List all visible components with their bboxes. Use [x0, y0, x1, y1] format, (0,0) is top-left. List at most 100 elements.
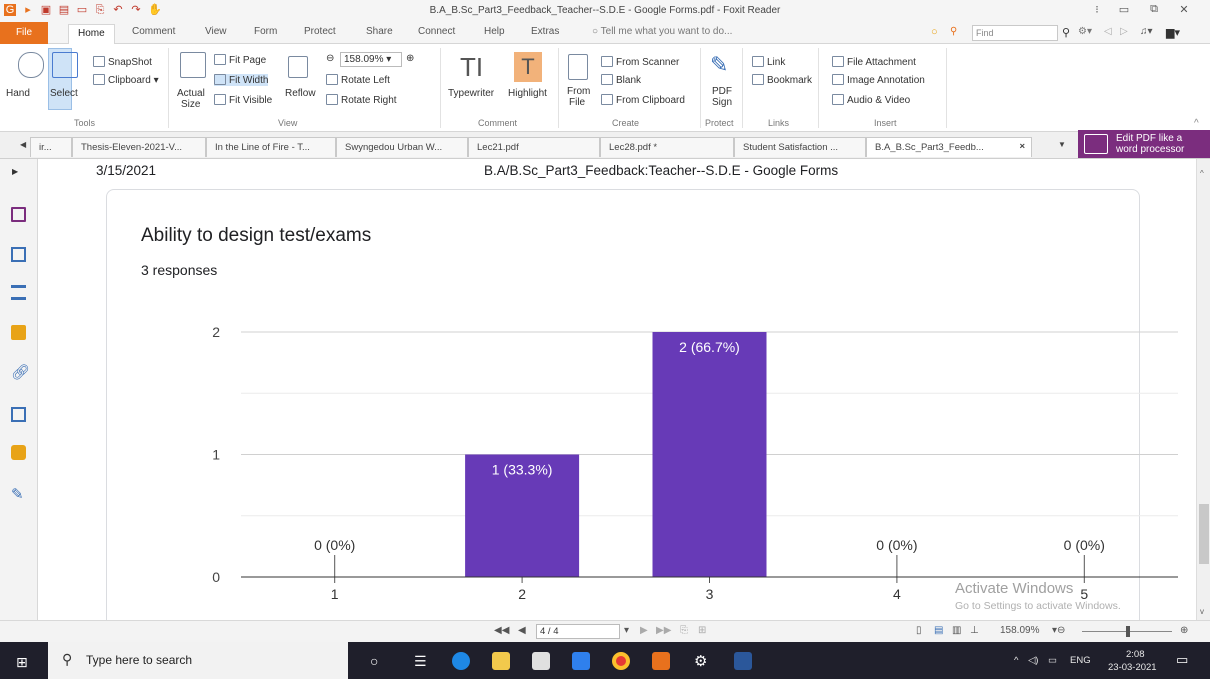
insert-page-icon[interactable]: ⊞ [698, 625, 706, 636]
foxit-reader-icon[interactable] [652, 652, 670, 670]
link-button[interactable]: Link [752, 56, 785, 68]
word-icon[interactable] [734, 652, 752, 670]
zoom-select[interactable]: 158.09% ▾ [340, 52, 402, 67]
tab-comment[interactable]: Comment [132, 26, 175, 37]
tab-file[interactable]: File [0, 22, 48, 44]
audio-video-button[interactable]: Audio & Video [832, 94, 910, 106]
bookmarks-icon[interactable] [11, 207, 26, 222]
tab-share[interactable]: Share [366, 26, 393, 37]
file-explorer-icon[interactable] [492, 652, 510, 670]
network-icon[interactable]: ▭ [1048, 655, 1057, 666]
scrollbar-thumb[interactable] [1199, 504, 1209, 564]
fit-width-button[interactable]: Fit Width [214, 74, 269, 86]
action-center-icon[interactable]: ▭ [1176, 652, 1188, 668]
notification-icon[interactable]: ○ [931, 26, 938, 38]
snapshot-button[interactable]: SnapShot [93, 56, 152, 68]
close-button[interactable]: ✕ [1174, 3, 1194, 19]
chrome-icon[interactable] [612, 652, 630, 670]
doc-tab[interactable]: ir... [30, 137, 72, 157]
extract-page-icon[interactable]: ⎘ [680, 625, 688, 636]
zoom-in-icon[interactable]: ⊕ [406, 53, 414, 64]
search-options-icon[interactable]: ⚲ [950, 26, 957, 37]
doc-tab[interactable]: In the Line of Fire - T... [206, 137, 336, 157]
next-page-icon[interactable]: ▶ [640, 625, 648, 636]
taskbar-search-box[interactable]: ⚲ Type here to search [48, 642, 348, 679]
clock-time[interactable]: 2:08 [1126, 649, 1145, 660]
page-number-input[interactable]: 4 / 4 [536, 624, 620, 639]
scroll-up-icon[interactable]: ^ [1200, 169, 1204, 178]
restore-ribbon-icon[interactable]: ⁝ [1087, 3, 1107, 19]
search-icon[interactable]: ⚲ [1062, 26, 1070, 39]
start-button[interactable]: ⊞ [16, 654, 28, 671]
actual-size-button[interactable]: Actual Size [177, 88, 205, 110]
maximize-button[interactable]: ⧉ [1144, 3, 1164, 19]
continuous-facing-icon[interactable]: ⊥ [970, 625, 979, 636]
attachments-icon[interactable]: 🔗︎ [11, 363, 30, 381]
doc-tab[interactable]: Swyngedou Urban W... [336, 137, 468, 157]
edge-icon[interactable] [452, 652, 470, 670]
tab-view[interactable]: View [205, 26, 227, 37]
mail-icon[interactable] [572, 652, 590, 670]
edit-pdf-promo-button[interactable]: Edit PDF like a word processor [1078, 130, 1210, 158]
clock-date[interactable]: 23-03-2021 [1108, 662, 1157, 673]
from-clipboard-button[interactable]: From Clipboard [601, 94, 685, 106]
tray-chevron-icon[interactable]: ^ [1014, 655, 1018, 666]
fit-visible-button[interactable]: Fit Visible [214, 94, 272, 106]
next-result-icon[interactable]: ▷ [1120, 26, 1128, 37]
doc-tab[interactable]: Lec21.pdf [468, 137, 600, 157]
hand-button[interactable]: Hand [6, 88, 30, 99]
vertical-scrollbar[interactable]: ^ v [1196, 159, 1210, 620]
reflow-button[interactable]: Reflow [285, 88, 316, 99]
close-tab-icon[interactable]: × [1019, 141, 1025, 152]
zoom-menu-icon[interactable]: ▾⊖ [1052, 625, 1065, 636]
cortana-icon[interactable]: ○ [370, 653, 378, 669]
blank-button[interactable]: Blank [601, 74, 641, 86]
bell-icon[interactable]: ♫▾ [1140, 26, 1153, 37]
tell-me-box[interactable]: ○ Tell me what you want to do... [592, 26, 732, 37]
prev-result-icon[interactable]: ◁ [1104, 26, 1112, 37]
tabs-scroll-left-icon[interactable]: ◀ [20, 140, 26, 149]
bookmark-button[interactable]: Bookmark [752, 74, 812, 86]
minimize-button[interactable]: ▭ [1114, 3, 1134, 19]
prev-page-icon[interactable]: ◀ [518, 625, 526, 636]
highlight-button[interactable]: Highlight [508, 88, 547, 99]
last-page-icon[interactable]: ▶▶ [656, 625, 671, 636]
layers-icon[interactable] [11, 285, 26, 300]
rotate-left-button[interactable]: Rotate Left [326, 74, 390, 86]
volume-icon[interactable]: ◁) [1028, 655, 1038, 666]
first-page-icon[interactable]: ◀◀ [494, 625, 509, 636]
settings-icon[interactable]: ⚙ [694, 652, 707, 670]
user-icon[interactable]: ▆▾ [1166, 26, 1180, 39]
comments-icon[interactable] [11, 325, 26, 340]
security-icon[interactable] [11, 445, 26, 460]
search-people-icon[interactable]: ✎ [11, 485, 24, 503]
facing-page-icon[interactable]: ▥ [952, 625, 961, 636]
doc-tab[interactable]: Thesis-Eleven-2021-V... [72, 137, 206, 157]
doc-tab[interactable]: Student Satisfaction ... [734, 137, 866, 157]
signatures-icon[interactable] [11, 407, 26, 422]
find-input[interactable]: Find [972, 25, 1058, 41]
from-file-button[interactable]: From File [567, 86, 590, 108]
language-indicator[interactable]: ENG [1070, 655, 1091, 666]
continuous-page-icon[interactable]: ▤ [934, 625, 943, 636]
file-attachment-button[interactable]: File Attachment [832, 56, 916, 68]
store-icon[interactable] [532, 652, 550, 670]
pdf-sign-button[interactable]: PDF Sign [712, 86, 732, 108]
settings-icon[interactable]: ⚙▾ [1078, 26, 1092, 37]
image-annotation-button[interactable]: Image Annotation [832, 74, 925, 86]
rotate-right-button[interactable]: Rotate Right [326, 94, 397, 106]
typewriter-button[interactable]: Typewriter [448, 88, 494, 99]
tab-protect[interactable]: Protect [304, 26, 336, 37]
doc-tab[interactable]: Lec28.pdf * [600, 137, 734, 157]
tab-help[interactable]: Help [484, 26, 505, 37]
single-page-icon[interactable]: ▯ [916, 625, 922, 636]
fit-page-button[interactable]: Fit Page [214, 54, 266, 66]
zoom-in-status-icon[interactable]: ⊕ [1180, 625, 1188, 636]
collapse-ribbon-icon[interactable]: ^ [1194, 118, 1199, 129]
zoom-slider-knob[interactable] [1126, 626, 1130, 637]
pages-icon[interactable] [11, 247, 26, 262]
clipboard-button[interactable]: Clipboard ▾ [93, 74, 159, 86]
tab-form[interactable]: Form [254, 26, 277, 37]
task-view-icon[interactable]: ☰ [414, 653, 427, 670]
doc-tab-active[interactable]: B.A_B.Sc_Part3_Feedb... × [866, 137, 1032, 157]
